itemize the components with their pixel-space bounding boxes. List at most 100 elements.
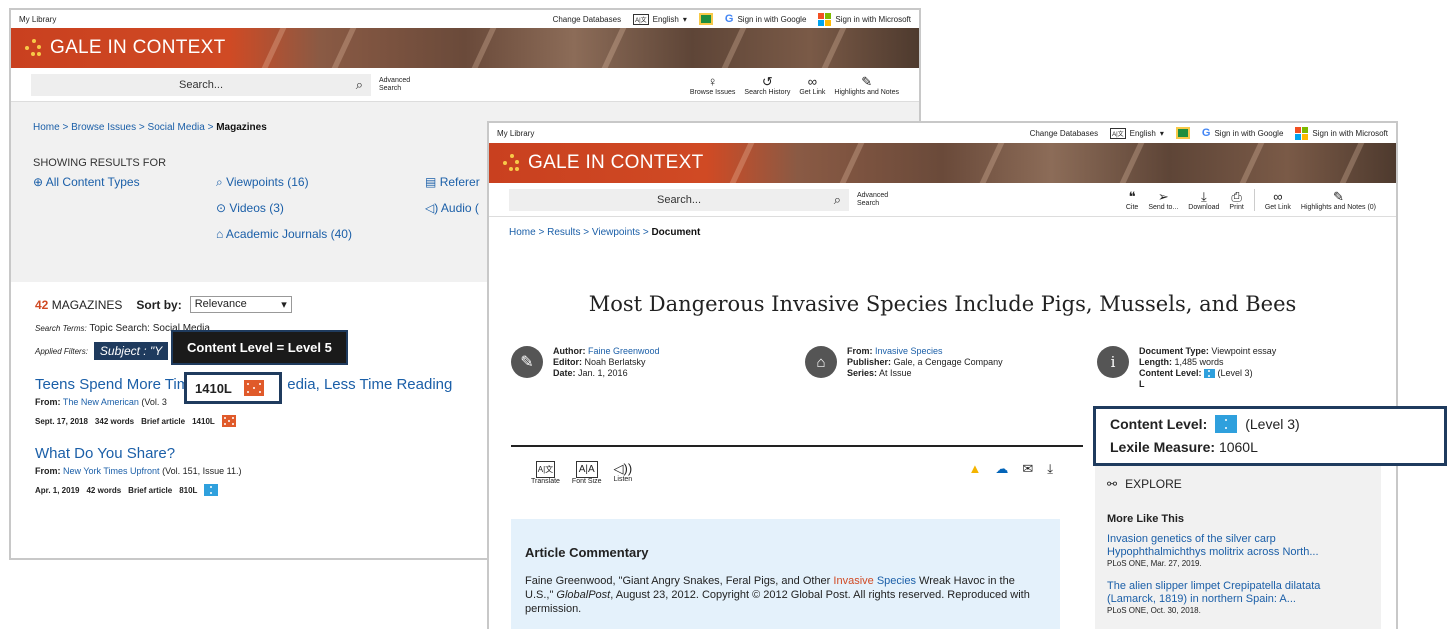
search-input[interactable]: Search... ⌕: [509, 188, 849, 211]
crumb-results[interactable]: Results: [547, 227, 580, 238]
crumb-home[interactable]: Home: [33, 122, 60, 133]
lightbulb-icon: ♀: [707, 73, 718, 89]
play-icon: ⊙: [216, 201, 227, 215]
get-link-button[interactable]: ∞ Get Link: [799, 74, 825, 96]
gale-logo-icon: [503, 154, 521, 172]
link-icon: ∞: [807, 73, 817, 89]
filter-all-content-types[interactable]: ⊕ All Content Types: [33, 175, 140, 189]
content-level-3-icon[interactable]: [1204, 369, 1216, 379]
google-icon: G: [724, 13, 734, 25]
quote-icon: ❝: [1128, 188, 1136, 204]
search-input[interactable]: Search... ⌕: [31, 73, 371, 96]
crumb-viewpoints[interactable]: Viewpoints: [592, 227, 640, 238]
sign-in-google[interactable]: G Sign in with Google: [725, 13, 807, 25]
change-databases-link[interactable]: Change Databases: [1030, 129, 1099, 138]
filter-academic-journals[interactable]: ⌂ Academic Journals (40): [216, 227, 352, 241]
explore-heading: EXPLORE: [1125, 477, 1182, 491]
microsoft-icon: [1295, 126, 1309, 140]
top-bar: My Library Change Databases A|文 English ▾ …: [11, 10, 919, 28]
search-icon[interactable]: ⌕: [356, 77, 363, 93]
google-classroom-button[interactable]: [1175, 127, 1190, 139]
sort-select[interactable]: Relevance ▾: [189, 296, 292, 313]
lexile-callout: 1410L: [184, 372, 282, 404]
advanced-search-link[interactable]: Advanced Search: [857, 192, 888, 208]
classroom-icon: [698, 13, 713, 25]
email-icon[interactable]: ✉: [1022, 461, 1033, 477]
applied-filters-label: Applied Filters:: [35, 346, 88, 356]
font-size-button[interactable]: A|A Font Size: [572, 461, 602, 485]
filter-audio[interactable]: ◁) Audio (: [425, 201, 479, 215]
search-history-button[interactable]: ↺ Search History: [744, 74, 790, 96]
filter-videos[interactable]: ⊙ Videos (3): [216, 201, 284, 215]
microsoft-icon: [818, 12, 832, 26]
binoculars-icon: ⚯: [1107, 477, 1118, 491]
advanced-search-link[interactable]: Advanced Search: [379, 77, 410, 93]
cite-button[interactable]: ❝ Cite: [1126, 189, 1138, 211]
link-icon: ∞: [1273, 188, 1283, 204]
from-link[interactable]: Invasive Species: [875, 346, 943, 356]
header-banner: GALE IN CONTEXT: [489, 143, 1396, 183]
crumb-topic[interactable]: Social Media: [148, 122, 205, 133]
sign-in-microsoft[interactable]: Sign in with Microsoft: [818, 12, 911, 26]
species-link[interactable]: Species: [877, 575, 916, 587]
onedrive-icon[interactable]: ☁: [995, 461, 1008, 477]
list-item: Invasion genetics of the silver carp Hyp…: [1107, 533, 1369, 568]
breadcrumb: Home > Results > Viewpoints > Document: [509, 227, 701, 238]
content-level-3-icon[interactable]: [204, 484, 219, 496]
author-link[interactable]: Faine Greenwood: [588, 346, 660, 356]
translate-icon: A|文: [633, 13, 649, 25]
filter-chip[interactable]: Subject : "Y: [93, 342, 169, 360]
browse-issues-button[interactable]: ♀ Browse Issues: [690, 74, 736, 96]
caret-down-icon: ▾: [281, 299, 287, 311]
content-level-3-icon: [1215, 415, 1238, 433]
gale-logo[interactable]: GALE IN CONTEXT: [503, 152, 704, 174]
send-icon: ➢: [1157, 188, 1169, 204]
my-library-link[interactable]: My Library: [19, 15, 56, 24]
document-meta: ✎ Author: Faine Greenwood Editor: Noah Be…: [489, 340, 1396, 400]
my-library-link[interactable]: My Library: [497, 129, 534, 138]
listen-button[interactable]: ◁)) Listen: [614, 461, 633, 485]
language-select[interactable]: A|文 English ▾: [633, 13, 687, 25]
highlights-notes-button[interactable]: ✎ Highlights and Notes: [834, 74, 899, 96]
translate-button[interactable]: A|文 Translate: [531, 461, 560, 485]
explore-panel: ⚯ EXPLORE More Like This Invasion genetic…: [1095, 445, 1381, 629]
institution-icon: ⌂: [805, 346, 837, 378]
pen-icon: ✎: [861, 73, 873, 89]
more-like-this-heading: More Like This: [1107, 513, 1185, 525]
related-link[interactable]: The alien slipper limpet Crepipatella di…: [1107, 580, 1369, 606]
caret-down-icon: ▾: [1159, 128, 1164, 138]
globe-icon: ⊕: [33, 175, 44, 189]
crumb-home[interactable]: Home: [509, 227, 536, 238]
crumb-browse-issues[interactable]: Browse Issues: [71, 122, 136, 133]
sign-in-microsoft[interactable]: Sign in with Microsoft: [1295, 126, 1388, 140]
translate-icon: A|文: [535, 461, 556, 478]
source-link[interactable]: New York Times Upfront: [63, 466, 160, 476]
commentary-heading: Article Commentary: [525, 545, 649, 560]
get-link-button[interactable]: ∞ Get Link: [1253, 188, 1291, 211]
font-size-icon: A|A: [575, 461, 598, 478]
download-button[interactable]: ⤓ Download: [1188, 189, 1219, 211]
sort-label: Sort by:: [136, 297, 182, 312]
source-link[interactable]: The New American: [63, 397, 139, 407]
invasive-link[interactable]: Invasive: [833, 575, 873, 587]
content-level-callout: Content Level: (Level 3) Lexile Measure: …: [1093, 406, 1447, 466]
speaker-icon: ◁): [425, 201, 439, 215]
related-link[interactable]: Invasion genetics of the silver carp Hyp…: [1107, 533, 1369, 559]
search-icon[interactable]: ⌕: [834, 192, 841, 208]
download-icon[interactable]: ⤓: [1047, 461, 1053, 477]
filter-viewpoints[interactable]: ⌕ Viewpoints (16): [216, 175, 309, 190]
book-icon: ▤: [425, 175, 437, 189]
content-level-5-icon[interactable]: [221, 415, 236, 427]
send-to-button[interactable]: ➢ Send to...: [1148, 189, 1178, 211]
caret-down-icon: ▾: [682, 14, 687, 24]
highlights-notes-button[interactable]: ✎ Highlights and Notes (0): [1301, 189, 1376, 211]
history-icon: ↺: [761, 73, 773, 89]
filter-reference[interactable]: ▤ Referer: [425, 175, 480, 189]
sign-in-google[interactable]: G Sign in with Google: [1202, 127, 1284, 139]
gale-logo[interactable]: GALE IN CONTEXT: [25, 37, 226, 59]
language-select[interactable]: A|文 English ▾: [1110, 127, 1164, 139]
print-button[interactable]: ⎙ Print: [1229, 189, 1243, 211]
google-drive-icon[interactable]: ▲: [968, 461, 981, 477]
google-classroom-button[interactable]: [698, 13, 713, 25]
change-databases-link[interactable]: Change Databases: [553, 15, 622, 24]
